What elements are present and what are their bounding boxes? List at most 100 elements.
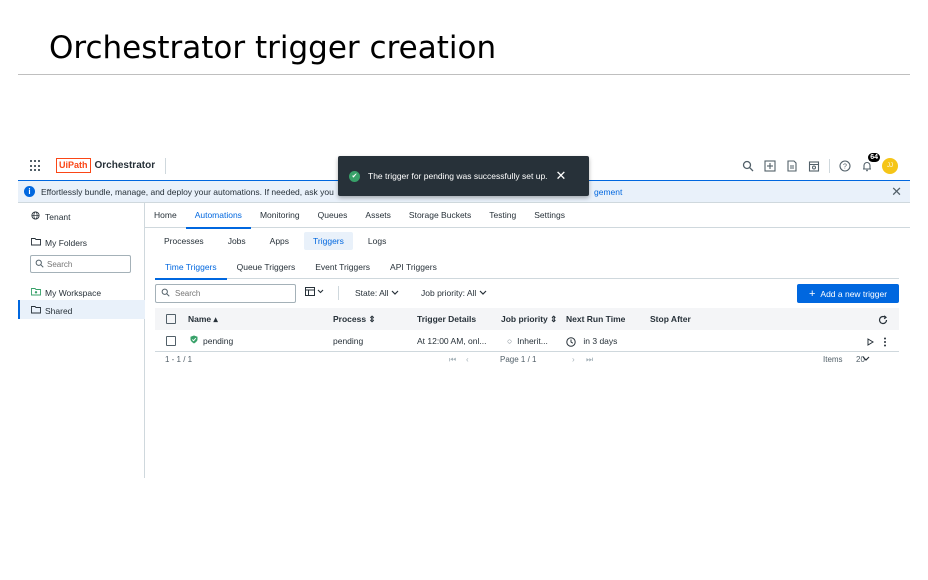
column-header-next-run-time: Next Run Time (566, 314, 626, 324)
tab-queue-triggers[interactable]: Queue Triggers (227, 256, 306, 279)
row-checkbox[interactable] (166, 336, 176, 346)
refresh-icon[interactable] (878, 308, 888, 330)
user-avatar[interactable]: JJ (882, 158, 898, 174)
success-toast: ✔ The trigger for pending was successful… (338, 156, 589, 196)
items-label: Items (823, 355, 843, 364)
state-filter[interactable]: State: All (355, 288, 399, 298)
sort-asc-icon: ▴ (213, 314, 218, 324)
add-box-icon[interactable] (763, 159, 777, 173)
trigger-type-tabs: Time Triggers Queue Triggers Event Trigg… (155, 256, 899, 280)
automation-subtabs: Processes Jobs Apps Triggers Logs (155, 232, 395, 250)
column-header-process[interactable]: Process ⇕ (333, 308, 376, 330)
sidebar-item-label: Shared (45, 305, 73, 316)
sidebar-item-label: My Workspace (45, 287, 102, 298)
priority-circle-icon: ○ (507, 336, 513, 346)
column-header-job-priority[interactable]: Job priority ⇕ (501, 308, 557, 330)
banner-text: Effortlessly bundle, manage, and deploy … (41, 186, 334, 197)
sidebar-item-my-workspace[interactable]: My Workspace (31, 287, 101, 298)
toolbar-divider (338, 286, 339, 300)
sort-icon: ⇕ (368, 314, 376, 324)
banner-close-icon[interactable]: ✕ (891, 184, 902, 200)
svg-text:?: ? (843, 164, 847, 171)
help-icon[interactable]: ? (838, 159, 852, 173)
tab-testing[interactable]: Testing (480, 203, 525, 228)
run-now-icon[interactable] (867, 330, 874, 352)
first-page-icon[interactable]: ⏮ (449, 355, 456, 365)
search-icon[interactable] (741, 159, 755, 173)
tenant-label: Tenant (45, 211, 71, 222)
success-check-icon: ✔ (349, 170, 360, 182)
subtab-processes[interactable]: Processes (155, 232, 213, 250)
tab-time-triggers[interactable]: Time Triggers (155, 256, 227, 280)
sidebar-tenant[interactable]: Tenant (31, 211, 71, 222)
trigger-search-field[interactable] (155, 284, 296, 303)
prev-page-icon[interactable]: ‹ (466, 355, 469, 364)
app-launcher-icon[interactable] (30, 160, 42, 172)
column-picker-icon[interactable] (305, 287, 325, 299)
subtab-apps[interactable]: Apps (261, 232, 298, 250)
job-priority-filter[interactable]: Job priority: All (421, 288, 487, 298)
tab-queues[interactable]: Queues (309, 203, 357, 228)
next-page-icon[interactable]: › (572, 355, 575, 364)
orchestrator-app: UiPath Orchestrator ? 64 JJ ✔ The trigge… (18, 152, 910, 478)
enabled-shield-icon (190, 330, 198, 352)
trigger-search-input[interactable] (175, 289, 285, 298)
chevron-down-icon (479, 288, 487, 298)
topbar-divider (165, 158, 166, 174)
tab-monitoring[interactable]: Monitoring (251, 203, 309, 228)
tab-api-triggers[interactable]: API Triggers (380, 256, 447, 279)
plus-icon: + (808, 287, 816, 300)
main-content: Home Automations Monitoring Queues Asset… (145, 203, 910, 478)
tab-assets[interactable]: Assets (356, 203, 400, 228)
add-trigger-label: Add a new trigger (820, 288, 888, 299)
table-row[interactable]: pending pending At 12:00 AM, onl... ○ Inh… (155, 330, 899, 352)
table-toolbar: State: All Job priority: All + Add a new… (155, 283, 899, 303)
header-divider (829, 159, 830, 173)
add-trigger-button[interactable]: + Add a new trigger (797, 284, 899, 303)
tab-automations[interactable]: Automations (185, 203, 252, 229)
sidebar-my-folders: My Folders (31, 237, 87, 248)
toast-close-icon[interactable]: ✕ (556, 168, 567, 184)
tab-settings[interactable]: Settings (525, 203, 574, 228)
folder-search-field[interactable] (30, 255, 131, 273)
state-filter-label: State: All (355, 288, 389, 298)
table-header: Name ▴ Process ⇕ Trigger Details Job pri… (155, 308, 899, 330)
tab-event-triggers[interactable]: Event Triggers (305, 256, 380, 279)
document-icon[interactable] (785, 159, 799, 173)
toast-message: The trigger for pending was successfully… (368, 171, 548, 181)
search-icon (35, 259, 44, 270)
next-run-cell: in 3 days (566, 330, 617, 352)
more-options-icon[interactable] (883, 330, 887, 352)
subtab-jobs[interactable]: Jobs (219, 232, 255, 250)
main-tabs: Home Automations Monitoring Queues Asset… (145, 203, 910, 229)
chevron-down-icon (391, 288, 399, 298)
process-cell: pending (333, 336, 364, 346)
subtab-triggers[interactable]: Triggers (304, 232, 353, 250)
trigger-name-cell[interactable]: pending (190, 330, 233, 352)
banner-link[interactable]: gement (594, 187, 622, 197)
folder-sidebar: Tenant My Folders My Workspace Shared (18, 203, 145, 478)
uipath-logo: UiPath (56, 158, 91, 173)
search-icon (161, 288, 170, 299)
tab-storage-buckets[interactable]: Storage Buckets (400, 203, 480, 228)
pagination-bar: 1 - 1 / 1 ⏮ ‹ Page 1 / 1 › ⏭ Items 20 (155, 355, 899, 369)
store-icon[interactable] (807, 159, 821, 173)
last-page-icon[interactable]: ⏭ (586, 355, 593, 365)
product-logo[interactable]: UiPath Orchestrator (56, 158, 155, 173)
notifications-bell-icon[interactable]: 64 (860, 153, 880, 173)
column-header-name[interactable]: Name ▴ (188, 308, 218, 330)
select-all-checkbox[interactable] (166, 314, 176, 324)
sort-icon: ⇕ (550, 314, 558, 324)
info-icon: i (24, 186, 35, 197)
header-actions: ? 64 JJ (741, 153, 898, 175)
triggers-table: Name ▴ Process ⇕ Trigger Details Job pri… (155, 308, 899, 352)
folder-search-input[interactable] (47, 259, 127, 269)
priority-filter-label: Job priority: All (421, 288, 477, 298)
notification-badge: 64 (868, 153, 880, 162)
sidebar-item-shared[interactable]: Shared (31, 305, 72, 316)
column-header-trigger-details: Trigger Details (417, 314, 477, 324)
slide-title: Orchestrator trigger creation (49, 30, 497, 66)
tab-home[interactable]: Home (145, 203, 186, 228)
folder-icon (31, 237, 41, 248)
subtab-logs[interactable]: Logs (359, 232, 395, 250)
